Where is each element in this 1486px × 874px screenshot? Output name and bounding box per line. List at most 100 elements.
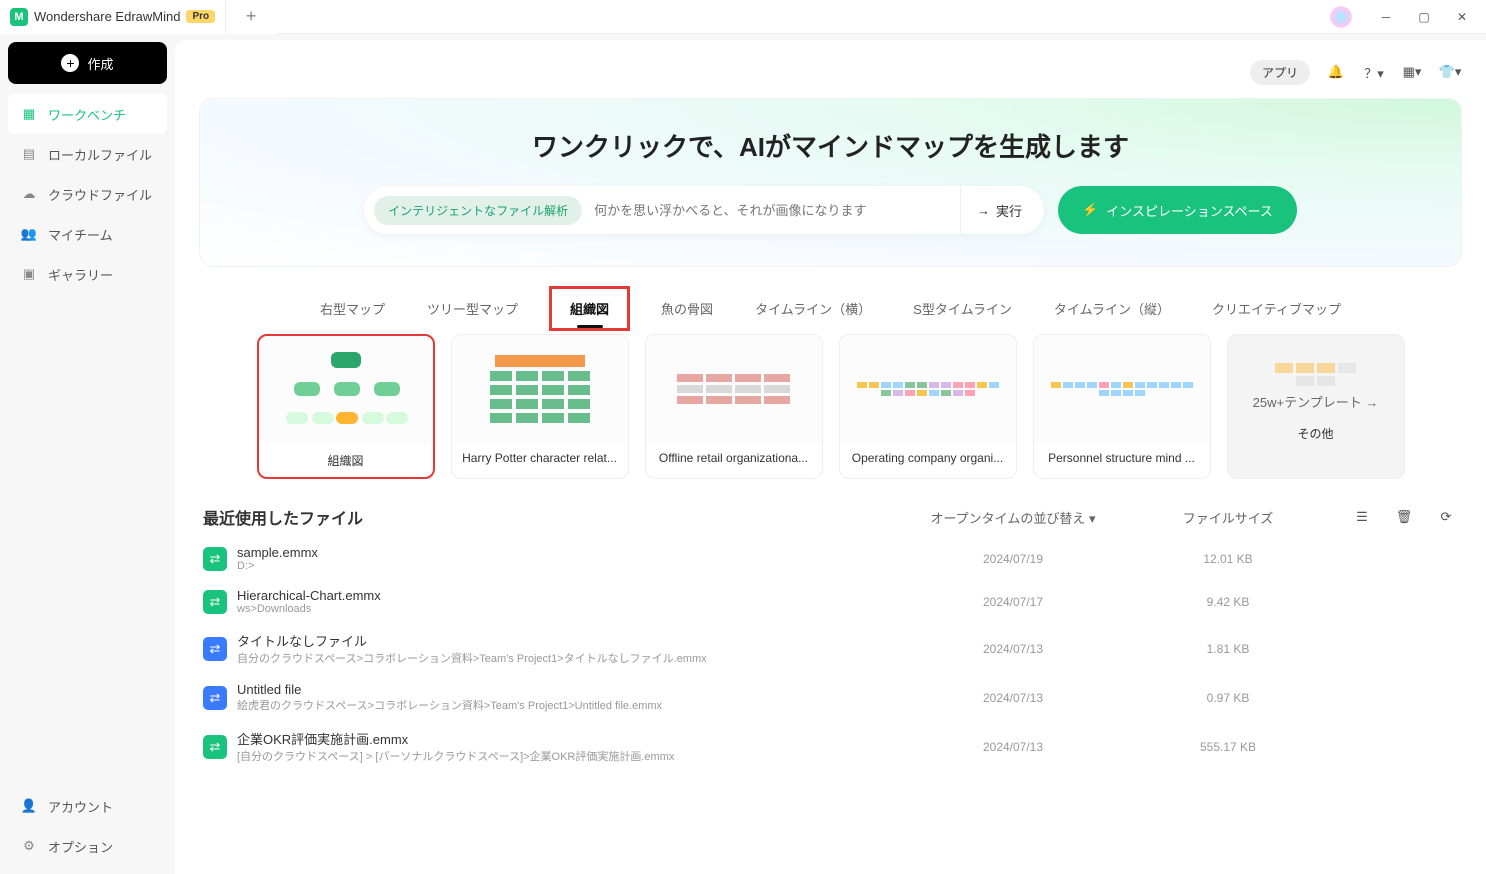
sort-dropdown[interactable]: オープンタイムの並び替え ▾: [888, 508, 1138, 527]
file-name: Hierarchical-Chart.emmx: [237, 588, 888, 603]
file-path: 自分のクラウドスペース>コラボレーション資料>Team's Project1>タ…: [237, 650, 888, 666]
file-row[interactable]: ⇄ タイトルなしファイル 自分のクラウドスペース>コラボレーション資料>Team…: [199, 623, 1462, 674]
widgets-icon[interactable]: ▦▾: [1400, 60, 1424, 84]
template-thumb: [646, 335, 822, 443]
ai-prompt-field[interactable]: インテリジェントなファイル解析 → 実行: [364, 186, 1044, 234]
cat-creative[interactable]: クリエイティブマップ: [1208, 293, 1345, 324]
new-tab-button[interactable]: +: [226, 0, 276, 34]
gallery-icon: ▣: [20, 266, 38, 282]
recent-heading: 最近使用したファイル: [203, 505, 888, 529]
close-button[interactable]: ✕: [1444, 2, 1480, 32]
analysis-pill[interactable]: インテリジェントなファイル解析: [374, 196, 582, 225]
template-categories: 右型マップ ツリー型マップ 組織図 魚の骨図 タイムライン（横） S型タイムライ…: [199, 293, 1462, 324]
cat-org-chart[interactable]: 組織図: [556, 293, 623, 324]
file-size: 12.01 KB: [1138, 552, 1318, 566]
settings-icon: ⚙: [20, 838, 38, 854]
file-type-icon: ⇄: [203, 686, 227, 710]
main-content: アプリ 🔔 ？▾ ▦▾ 👕▾ ワンクリックで、AIがマインドマップを生成します …: [175, 40, 1486, 874]
cat-timeline-h[interactable]: タイムライン（横）: [751, 293, 875, 324]
minimize-button[interactable]: ─: [1368, 2, 1404, 32]
template-card-org[interactable]: 組織図: [257, 334, 435, 479]
template-thumb: [1034, 335, 1210, 443]
sidebar-item-label: アカウント: [48, 797, 113, 816]
titlebar: M Wondershare EdrawMind Pro + ─ ▢ ✕: [0, 0, 1486, 34]
app-tab[interactable]: M Wondershare EdrawMind Pro: [0, 0, 226, 34]
team-icon: 👥: [20, 226, 38, 242]
template-label: Personnel structure mind ...: [1034, 451, 1210, 465]
account-icon: 👤: [20, 798, 38, 814]
ai-prompt-input[interactable]: [582, 203, 960, 218]
app-title: Wondershare EdrawMind: [34, 9, 180, 24]
sidebar-item-local[interactable]: ▤ ローカルファイル: [8, 134, 167, 174]
template-label: Operating company organi...: [840, 451, 1016, 465]
app-logo-icon: M: [10, 8, 28, 26]
cat-s-timeline[interactable]: S型タイムライン: [909, 293, 1016, 324]
plus-circle-icon: +: [61, 54, 79, 72]
inspiration-label: インスピレーションスペース: [1106, 201, 1273, 220]
file-size: 555.17 KB: [1138, 740, 1318, 754]
cat-tree-map[interactable]: ツリー型マップ: [423, 293, 522, 324]
run-button[interactable]: → 実行: [960, 186, 1038, 234]
create-button[interactable]: + 作成: [8, 42, 167, 84]
cat-timeline-v[interactable]: タイムライン（縦）: [1050, 293, 1174, 324]
apps-button[interactable]: アプリ: [1250, 60, 1310, 85]
refresh-icon[interactable]: ⟳: [1434, 505, 1458, 529]
window-controls: ─ ▢ ✕: [1368, 2, 1486, 32]
template-label: Offline retail organizationa...: [646, 451, 822, 465]
sidebar-item-team[interactable]: 👥 マイチーム: [8, 214, 167, 254]
template-card-harry[interactable]: Harry Potter character relat...: [451, 334, 629, 479]
cat-fishbone[interactable]: 魚の骨図: [657, 293, 717, 324]
file-name: Untitled file: [237, 682, 888, 697]
template-card-retail[interactable]: Offline retail organizationa...: [645, 334, 823, 479]
inspiration-button[interactable]: ⚡ インスピレーションスペース: [1058, 186, 1297, 234]
list-view-icon[interactable]: ☰: [1350, 505, 1374, 529]
cat-right-map[interactable]: 右型マップ: [316, 293, 389, 324]
sidebar-item-account[interactable]: 👤 アカウント: [8, 786, 167, 826]
file-row[interactable]: ⇄ Hierarchical-Chart.emmx ws>Downloads 2…: [199, 580, 1462, 623]
more-templates-card[interactable]: 25w+テンプレート → その他: [1227, 334, 1405, 479]
sidebar-item-label: ローカルファイル: [48, 145, 152, 164]
sidebar-item-workbench[interactable]: ▦ ワークベンチ: [8, 94, 167, 134]
shirt-icon[interactable]: 👕▾: [1438, 60, 1462, 84]
file-path: [自分のクラウドスペース] > [パーソナルクラウドスペース]>企業OKR評価実…: [237, 748, 888, 764]
avatar[interactable]: [1330, 6, 1352, 28]
sidebar-item-label: ワークベンチ: [48, 105, 126, 124]
file-date: 2024/07/17: [888, 595, 1138, 609]
sidebar-item-options[interactable]: ⚙ オプション: [8, 826, 167, 866]
maximize-button[interactable]: ▢: [1406, 2, 1442, 32]
file-type-icon: ⇄: [203, 547, 227, 571]
file-name: タイトルなしファイル: [237, 631, 888, 650]
pro-badge: Pro: [186, 10, 215, 23]
template-card-operating[interactable]: Operating company organi...: [839, 334, 1017, 479]
file-date: 2024/07/13: [888, 642, 1138, 656]
sidebar-item-label: オプション: [48, 837, 113, 856]
delete-icon[interactable]: 🗑: [1392, 505, 1416, 529]
create-label: 作成: [87, 54, 113, 73]
bell-icon[interactable]: 🔔: [1324, 60, 1348, 84]
file-path: D:>: [237, 560, 888, 572]
file-size: 0.97 KB: [1138, 691, 1318, 705]
template-cards: 組織図 Harry Potter character relat... Offl…: [199, 334, 1462, 479]
size-column-header: ファイルサイズ: [1138, 508, 1318, 527]
folder-icon: ▤: [20, 146, 38, 162]
help-icon[interactable]: ？▾: [1362, 60, 1386, 84]
sidebar-item-cloud[interactable]: ☁ クラウドファイル: [8, 174, 167, 214]
sidebar-item-label: ギャラリー: [48, 265, 113, 284]
file-date: 2024/07/19: [888, 552, 1138, 566]
sidebar-item-label: マイチーム: [48, 225, 113, 244]
file-date: 2024/07/13: [888, 691, 1138, 705]
sidebar-item-gallery[interactable]: ▣ ギャラリー: [8, 254, 167, 294]
file-row[interactable]: ⇄ 企業OKR評価実施計画.emmx [自分のクラウドスペース] > [パーソナ…: [199, 721, 1462, 772]
file-type-icon: ⇄: [203, 590, 227, 614]
template-card-personnel[interactable]: Personnel structure mind ...: [1033, 334, 1211, 479]
recent-file-list: ⇄ sample.emmx D:> 2024/07/19 12.01 KB ⇄ …: [199, 537, 1462, 772]
sidebar: + 作成 ▦ ワークベンチ ▤ ローカルファイル ☁ クラウドファイル 👥 マイ…: [0, 34, 175, 874]
arrow-right-icon: →: [977, 203, 990, 218]
sidebar-item-label: クラウドファイル: [48, 185, 152, 204]
top-toolbar: アプリ 🔔 ？▾ ▦▾ 👕▾: [199, 56, 1462, 88]
file-row[interactable]: ⇄ sample.emmx D:> 2024/07/19 12.01 KB: [199, 537, 1462, 580]
file-row[interactable]: ⇄ Untitled file 絵虎君のクラウドスペース>コラボレーション資料>…: [199, 674, 1462, 721]
more-label: その他: [1228, 425, 1404, 442]
zap-icon: ⚡: [1082, 202, 1098, 218]
cloud-icon: ☁: [20, 186, 38, 202]
